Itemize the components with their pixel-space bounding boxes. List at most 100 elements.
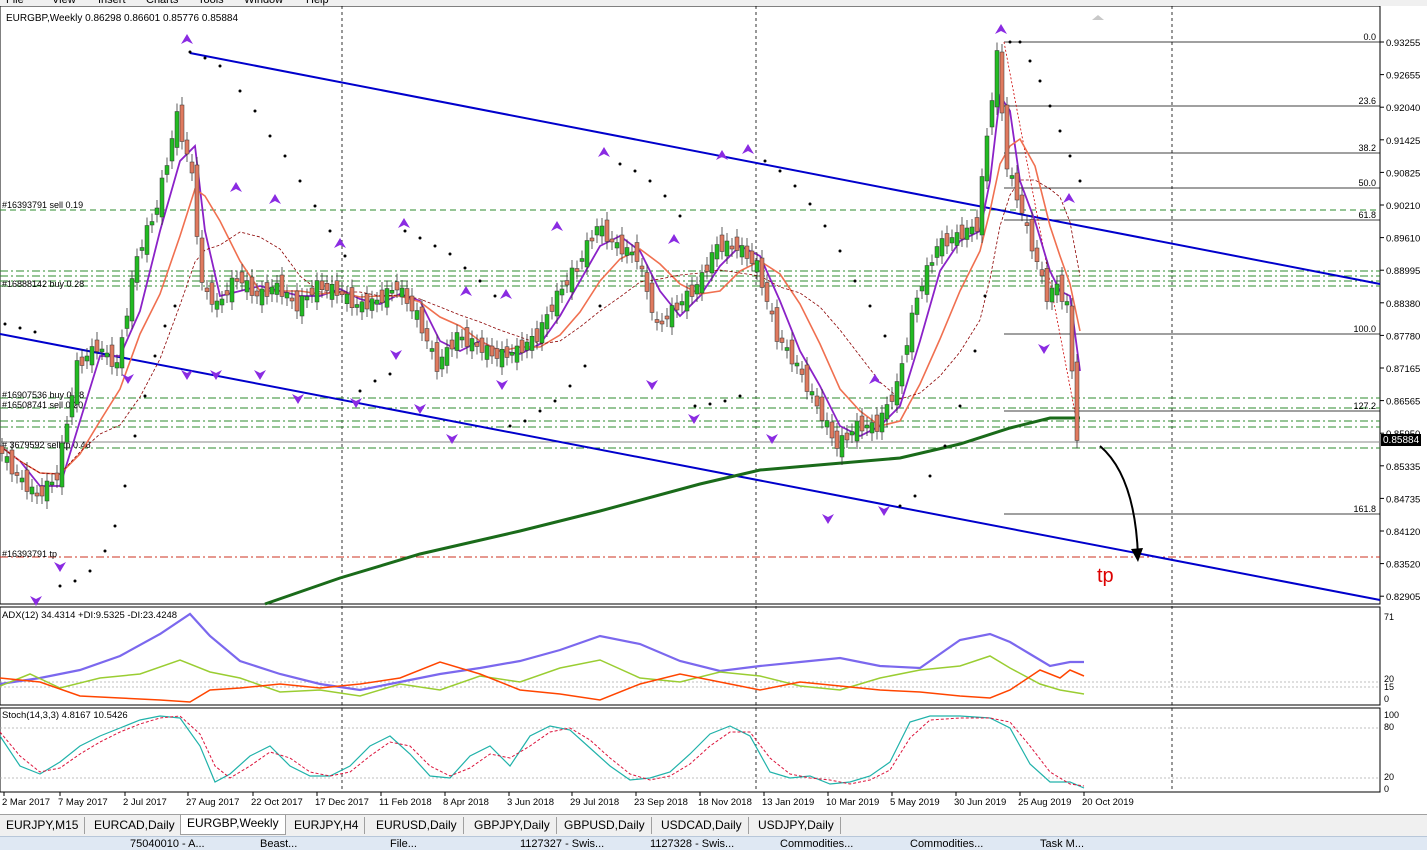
stoch-tick-label: 0 bbox=[1384, 784, 1389, 794]
candle-body bbox=[1059, 274, 1065, 302]
candle-body bbox=[849, 431, 855, 436]
psar-dot bbox=[693, 404, 697, 408]
candle-body bbox=[979, 176, 985, 236]
candle-body bbox=[1049, 287, 1055, 303]
candle-body bbox=[264, 282, 270, 297]
candle-body bbox=[1019, 194, 1025, 214]
candle-body bbox=[699, 272, 705, 294]
price-tick-label: 0.90825 bbox=[1386, 168, 1420, 179]
price-tick-label: 0.92040 bbox=[1386, 103, 1420, 114]
candle-body bbox=[559, 288, 565, 296]
psar-dot bbox=[1008, 40, 1012, 44]
candle-body bbox=[104, 352, 110, 358]
candle-body bbox=[1074, 361, 1080, 441]
psar-dot bbox=[983, 294, 987, 298]
candle-body bbox=[459, 336, 465, 341]
candle-body bbox=[239, 271, 245, 284]
chart-tab[interactable]: EURJPY,H4 bbox=[288, 817, 366, 834]
candle-body bbox=[4, 456, 10, 463]
taskbar-item[interactable]: Commodities... bbox=[780, 838, 853, 850]
chart-tab[interactable]: EURJPY,M15 bbox=[0, 817, 86, 834]
candle-body bbox=[869, 422, 875, 434]
psar-dot bbox=[103, 549, 107, 553]
candle-body bbox=[539, 322, 545, 344]
price-tick-label: 0.87165 bbox=[1386, 364, 1420, 375]
candle-body bbox=[344, 293, 350, 304]
taskbar-item[interactable]: Commodities... bbox=[910, 838, 983, 850]
taskbar-item[interactable]: 1127328 - Swis... bbox=[650, 838, 734, 850]
psar-dot bbox=[73, 579, 77, 583]
psar-dot bbox=[88, 569, 92, 573]
psar-dot bbox=[898, 504, 902, 508]
psar-dot bbox=[618, 162, 622, 166]
psar-dot bbox=[298, 179, 302, 183]
candle-body bbox=[694, 284, 700, 295]
taskbar-item[interactable]: File... bbox=[390, 838, 417, 850]
chart-tab[interactable]: EURGBP,Weekly bbox=[180, 815, 286, 835]
price-tick-label: 0.85335 bbox=[1386, 462, 1420, 473]
candle-body bbox=[879, 412, 885, 433]
candle-body bbox=[739, 245, 745, 258]
psar-dot bbox=[493, 294, 497, 298]
candle-body bbox=[284, 292, 290, 299]
candle-body bbox=[544, 314, 550, 330]
candle-body bbox=[124, 315, 130, 329]
psar-dot bbox=[173, 304, 177, 308]
candle-body bbox=[794, 362, 800, 367]
chart-tab[interactable]: EURCAD,Daily bbox=[88, 817, 182, 834]
psar-dot bbox=[268, 134, 272, 138]
candle-body bbox=[894, 381, 900, 406]
candle-body bbox=[304, 296, 310, 301]
candle-body bbox=[799, 368, 805, 375]
psar-dot bbox=[553, 399, 557, 403]
psar-dot bbox=[808, 202, 812, 206]
psar-dot bbox=[1048, 104, 1052, 108]
candle-body bbox=[379, 289, 385, 303]
taskbar-item[interactable]: 1127327 - Swis... bbox=[520, 838, 604, 850]
candle-body bbox=[249, 276, 255, 296]
candle-body bbox=[119, 337, 125, 369]
candle-body bbox=[1064, 301, 1070, 306]
chart-tab[interactable]: GBPUSD,Daily bbox=[558, 817, 652, 834]
candle-body bbox=[179, 104, 185, 142]
candle-body bbox=[84, 355, 90, 362]
candle-body bbox=[399, 287, 405, 298]
candle-body bbox=[1024, 222, 1030, 226]
date-tick-label: 3 Jun 2018 bbox=[507, 797, 554, 808]
psar-dot bbox=[203, 56, 207, 60]
candle-body bbox=[989, 100, 995, 128]
chart-tab[interactable]: EURUSD,Daily bbox=[370, 817, 464, 834]
candle-body bbox=[234, 278, 240, 282]
candle-body bbox=[964, 227, 970, 240]
fib-level-label: 50.0 bbox=[1358, 178, 1376, 188]
fib-level-label: 100.0 bbox=[1353, 324, 1376, 334]
chart-canvas[interactable]: #16393791 sell 0.19 #16888142 buy 0.28 #16… bbox=[0, 5, 1427, 814]
candle-body bbox=[634, 242, 640, 262]
candle-body bbox=[554, 290, 560, 317]
psar-dot bbox=[913, 494, 917, 498]
chart-tab[interactable]: USDCAD,Daily bbox=[655, 817, 749, 834]
taskbar: 75040010 - A... Beast... File... 1127327 - … bbox=[0, 836, 1427, 850]
chart-tab[interactable]: GBPJPY,Daily bbox=[468, 817, 557, 834]
candle-body bbox=[194, 164, 200, 237]
candle-body bbox=[0, 445, 5, 454]
adx-axis: 7120150 bbox=[1384, 612, 1394, 704]
psar-dot bbox=[598, 304, 602, 308]
chart-tab[interactable]: USDJPY,Daily bbox=[752, 817, 841, 834]
taskbar-item[interactable]: Beast... bbox=[260, 838, 297, 850]
taskbar-item[interactable]: Task M... bbox=[1040, 838, 1084, 850]
candle-body bbox=[64, 423, 70, 443]
candle-body bbox=[24, 469, 30, 492]
psar-dot bbox=[778, 169, 782, 173]
psar-dot bbox=[1038, 79, 1042, 83]
chart-window[interactable]: #16393791 sell 0.19 #16888142 buy 0.28 #16… bbox=[0, 5, 1427, 814]
date-tick-label: 23 Sep 2018 bbox=[634, 797, 688, 808]
psar-dot bbox=[418, 236, 422, 240]
candle-body bbox=[864, 424, 870, 429]
psar-dot bbox=[738, 394, 742, 398]
candle-body bbox=[934, 246, 940, 258]
psar-dot bbox=[708, 402, 712, 406]
taskbar-item[interactable]: 75040010 - A... bbox=[130, 838, 205, 850]
psar-dot bbox=[723, 399, 727, 403]
candle-body bbox=[779, 337, 785, 343]
